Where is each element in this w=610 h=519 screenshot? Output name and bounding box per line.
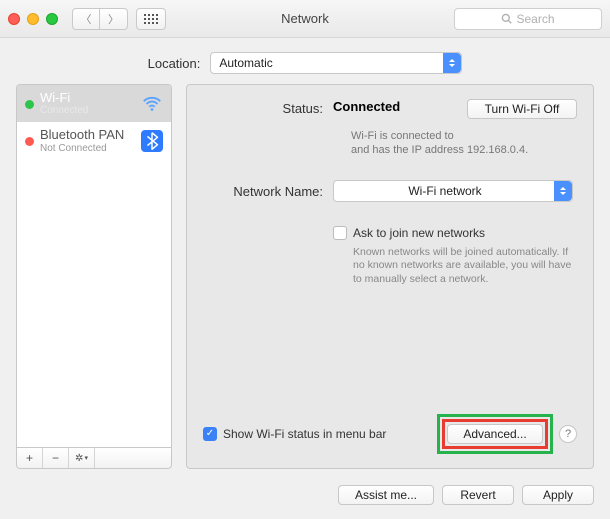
status-dot-icon [25,137,34,146]
search-placeholder: Search [516,12,554,26]
wifi-icon [141,93,163,115]
back-button[interactable]: 〈 [72,8,100,30]
location-label: Location: [148,56,201,71]
sidebar-item-name: Bluetooth PAN [40,128,124,142]
bluetooth-icon [141,130,163,152]
sidebar-item-status: Not Connected [40,143,124,154]
window-controls [8,13,58,25]
location-row: Location: Automatic [0,38,610,84]
show-wifi-status-checkbox[interactable] [203,427,217,441]
window-title: Network [281,11,329,26]
status-label: Status: [203,99,323,116]
ask-join-row: Ask to join new networks Known networks … [203,212,577,287]
body: Wi-Fi Connected Bluetooth PAN Not Conn [0,84,610,477]
sidebar-item-status: Connected [40,105,88,116]
apply-button[interactable]: Apply [522,485,594,505]
service-list: Wi-Fi Connected Bluetooth PAN Not Conn [16,84,172,447]
close-window-button[interactable] [8,13,20,25]
show-all-prefs-button[interactable] [136,8,166,30]
select-arrows-icon [554,181,572,201]
ask-to-join-label: Ask to join new networks [353,226,485,240]
ask-to-join-checkbox[interactable] [333,226,347,240]
sidebar-item-wifi[interactable]: Wi-Fi Connected [17,85,171,122]
sidebar-toolbar: + − ✲▾ [16,447,172,469]
ask-to-join-description: Known networks will be joined automatica… [353,246,577,287]
status-value: Connected [333,99,457,114]
titlebar: 〈 〉 Network Search [0,0,610,38]
revert-button[interactable]: Revert [442,485,514,505]
help-button[interactable]: ? [559,425,577,443]
network-name-row: Network Name: Wi-Fi network [203,180,577,202]
status-dot-icon [25,100,34,109]
service-actions-button[interactable]: ✲▾ [69,448,95,468]
bottom-bar: Assist me... Revert Apply [0,477,610,519]
network-name-label: Network Name: [203,182,323,199]
status-row: Status: Connected Turn Wi-Fi Off Wi-Fi i… [203,99,577,158]
advanced-highlight: Advanced... [437,414,553,454]
remove-service-button[interactable]: − [43,448,69,468]
main-footer-row: Show Wi-Fi status in menu bar Advanced..… [203,414,577,454]
sidebar-item-bluetooth-pan[interactable]: Bluetooth PAN Not Connected [17,122,171,159]
sidebar-item-name: Wi-Fi [40,91,88,105]
network-name-value: Wi-Fi network [408,184,481,198]
search-icon [501,13,512,24]
select-arrows-icon [443,53,461,73]
turn-wifi-off-button[interactable]: Turn Wi-Fi Off [467,99,577,119]
status-description: Wi-Fi is connected to and has the IP add… [333,129,577,158]
location-select[interactable]: Automatic [210,52,462,74]
nav-buttons: 〈 〉 [72,8,128,30]
main-panel: Status: Connected Turn Wi-Fi Off Wi-Fi i… [186,84,594,469]
network-name-select[interactable]: Wi-Fi network [333,180,573,202]
forward-button[interactable]: 〉 [100,8,128,30]
show-wifi-status-label: Show Wi-Fi status in menu bar [223,427,386,441]
zoom-window-button[interactable] [46,13,58,25]
assist-me-button[interactable]: Assist me... [338,485,434,505]
location-value: Automatic [219,56,272,70]
minimize-window-button[interactable] [27,13,39,25]
search-field[interactable]: Search [454,8,602,30]
add-service-button[interactable]: + [17,448,43,468]
advanced-button[interactable]: Advanced... [447,424,543,444]
sidebar: Wi-Fi Connected Bluetooth PAN Not Conn [16,84,172,469]
